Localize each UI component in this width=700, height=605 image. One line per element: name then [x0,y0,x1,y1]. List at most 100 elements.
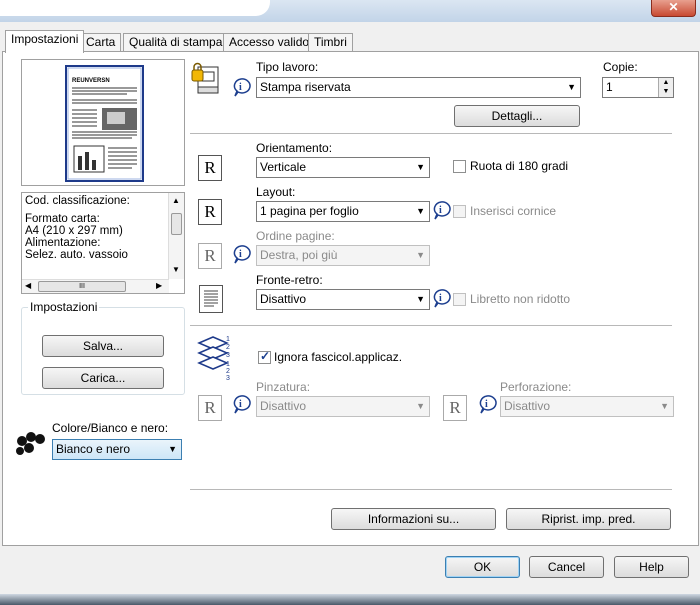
duplex-label: Fronte-retro: [256,273,323,287]
stepper-up-icon[interactable]: ▲ [659,78,673,87]
svg-text:3: 3 [226,352,230,359]
info-icon[interactable]: i [232,395,251,414]
svg-text:i: i [439,293,442,304]
svg-text:2: 2 [226,344,230,351]
svg-text:i: i [239,249,242,260]
close-icon: ✕ [668,0,679,14]
settings-summary-list[interactable]: Cod. classificazione: Formato carta: A4 … [21,192,185,294]
chevron-down-icon: ▼ [168,444,177,454]
ignore-collate-checkbox[interactable] [258,349,271,364]
punch-icon: R [443,395,467,421]
svg-text:3: 3 [226,375,230,381]
layout-icon: R [198,199,222,225]
scroll-up-icon[interactable]: ▲ [172,196,180,205]
svg-text:2: 2 [226,368,230,375]
summary-line: Selez. auto. vassoio [25,249,128,261]
chevron-down-icon: ▼ [416,206,425,216]
divider [190,133,672,134]
scroll-left-icon[interactable]: ◀ [25,281,31,290]
info-icon[interactable]: i [232,78,251,97]
job-type-icon [190,61,222,97]
rotate-180-label: Ruota di 180 gradi [470,159,569,173]
settings-group-title: Impostazioni [28,300,100,314]
job-type-select[interactable]: Stampa riservata ▼ [256,77,581,98]
cancel-button[interactable]: Cancel [529,556,604,578]
document-preview-image: REUNVERSN [65,65,144,182]
stepper-down-icon[interactable]: ▼ [659,87,673,96]
vertical-scrollbar[interactable]: ▲ ▼ [168,193,184,279]
copies-stepper[interactable]: ▲ ▼ [658,78,673,97]
page-order-select[interactable]: Destra, poi giù ▼ [256,245,430,266]
reset-defaults-button[interactable]: Riprist. imp. pred. [506,508,671,530]
punch-label: Perforazione: [500,380,572,394]
booklet-checkbox[interactable] [453,293,466,306]
divider [190,325,672,326]
ignore-collate-label: Ignora fascicol.applicaz. [274,350,403,364]
summary-line: A4 (210 x 297 mm) [25,225,123,237]
info-icon[interactable]: i [432,289,451,308]
punch-select[interactable]: Disattivo ▼ [500,396,674,417]
info-icon[interactable]: i [478,395,497,414]
info-icon[interactable]: i [232,245,251,264]
load-button[interactable]: Carica... [42,367,164,389]
chevron-down-icon: ▼ [416,294,425,304]
scroll-thumb-horizontal[interactable]: III [38,281,126,292]
summary-line: Formato carta: [25,213,100,225]
orientation-select[interactable]: Verticale ▼ [256,157,430,178]
orientation-label: Orientamento: [256,141,333,155]
page-order-label: Ordine pagine: [256,229,335,243]
about-button[interactable]: Informazioni su... [331,508,496,530]
page-preview: REUNVERSN [21,59,185,186]
page-order-icon: R [198,243,222,269]
staple-icon: R [198,395,222,421]
color-mode-icon [12,427,48,463]
staple-label: Pinzatura: [256,380,311,394]
tab-qualita-stampa[interactable]: Qualità di stampa [123,33,229,52]
insert-frame-checkbox[interactable] [453,205,466,218]
tab-impostazioni[interactable]: Impostazioni [5,30,85,53]
chevron-down-icon: ▼ [660,401,669,411]
color-mode-label: Colore/Bianco e nero: [52,421,169,435]
staple-select[interactable]: Disattivo ▼ [256,396,430,417]
title-bar [0,0,700,22]
svg-text:1: 1 [226,361,230,368]
chevron-down-icon: ▼ [567,82,576,92]
orientation-icon: R [198,155,222,181]
horizontal-scrollbar[interactable]: ◀ III ▶ [22,279,169,293]
svg-text:i: i [439,205,442,216]
help-button[interactable]: Help [614,556,689,578]
svg-text:i: i [485,399,488,410]
layout-select[interactable]: 1 pagina per foglio ▼ [256,201,430,222]
svg-text:i: i [239,82,242,93]
job-type-label: Tipo lavoro: [256,60,319,74]
rotate-180-checkbox[interactable] [453,160,466,173]
divider [190,489,672,490]
summary-line: Cod. classificazione: [25,195,130,207]
copies-label: Copie: [603,60,638,74]
tab-accesso-valido[interactable]: Accesso valido [223,33,316,52]
save-button[interactable]: Salva... [42,335,164,357]
scroll-down-icon[interactable]: ▼ [172,265,180,274]
chevron-down-icon: ▼ [416,250,425,260]
close-button[interactable]: ✕ [651,0,696,17]
details-button[interactable]: Dettagli... [454,105,580,127]
chevron-down-icon: ▼ [416,162,425,172]
layout-label: Layout: [256,185,296,199]
scroll-thumb[interactable] [171,213,182,235]
preview-doc-title: REUNVERSN [72,78,110,84]
window-bottom-edge [0,594,700,605]
insert-frame-label: Inserisci cornice [470,204,557,218]
svg-text:1: 1 [226,336,230,343]
tab-timbri[interactable]: Timbri [308,33,353,52]
duplex-icon [199,285,223,313]
tab-carta[interactable]: Carta [80,33,122,52]
color-mode-select[interactable]: Bianco e nero ▼ [52,439,182,460]
copies-input[interactable]: 1 ▲ ▼ [602,77,674,98]
booklet-label: Libretto non ridotto [470,292,571,306]
scroll-right-icon[interactable]: ▶ [156,281,162,290]
ok-button[interactable]: OK [445,556,520,578]
duplex-select[interactable]: Disattivo ▼ [256,289,430,310]
summary-line: Alimentazione: [25,237,101,249]
info-icon[interactable]: i [432,201,451,220]
chevron-down-icon: ▼ [416,401,425,411]
